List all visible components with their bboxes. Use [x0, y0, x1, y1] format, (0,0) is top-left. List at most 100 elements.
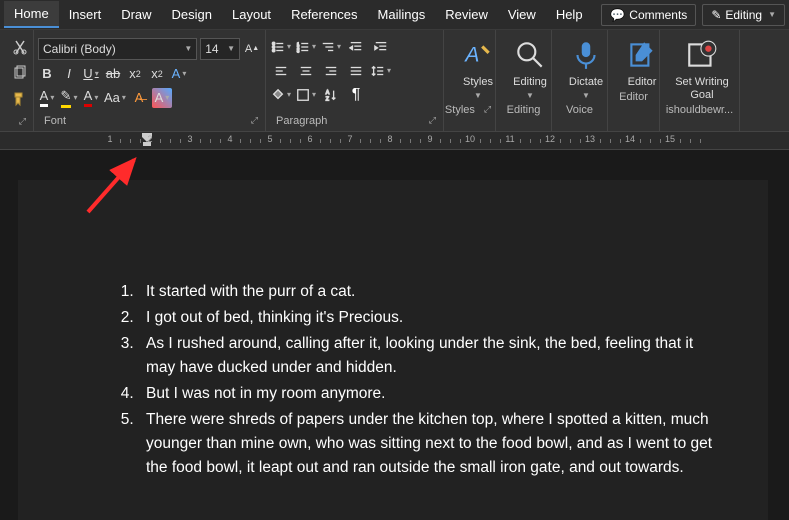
decrease-indent-button[interactable]	[345, 37, 367, 57]
horizontal-ruler[interactable]: 123456789101112131415	[0, 132, 789, 150]
shading-button[interactable]: ▾	[270, 85, 292, 105]
underline-button[interactable]: U▾	[82, 64, 100, 84]
set-writing-goal-button[interactable]: Set WritingGoal	[664, 32, 740, 102]
goal-group-label: ishouldbewr...	[666, 104, 733, 116]
sort-button[interactable]: AZ	[320, 85, 342, 105]
character-shading-button[interactable]: A▾	[152, 88, 172, 108]
list-item[interactable]: It started with the purr of a cat.	[138, 280, 718, 304]
italic-button[interactable]: I	[60, 64, 78, 84]
font-name-select[interactable]: Calibri (Body)▼	[38, 38, 197, 60]
tab-mailings[interactable]: Mailings	[368, 2, 436, 27]
bold-button[interactable]: B	[38, 64, 56, 84]
target-icon	[685, 38, 719, 72]
list-item[interactable]: There were shreds of papers under the ki…	[138, 408, 718, 480]
paragraph-launcher-icon[interactable]: ⤢	[426, 115, 439, 127]
chevron-down-icon: ▼	[184, 44, 192, 53]
list-item[interactable]: But I was not in my room anymore.	[138, 382, 718, 406]
comments-button[interactable]: 💬 Comments	[601, 4, 696, 26]
strikethrough-button[interactable]: ab	[104, 64, 122, 84]
increase-indent-button[interactable]	[370, 37, 392, 57]
chevron-down-icon: ▼	[227, 44, 235, 53]
highlight-button[interactable]: ✎▾	[60, 88, 78, 108]
list-item[interactable]: I got out of bed, thinking it's Precious…	[138, 306, 718, 330]
ruler-tick: 6	[307, 134, 312, 144]
paragraph-group: ▾ 123▾ ▾ ▾ ▾ ▾ AZ ¶ Paragraph ⤢	[266, 30, 444, 131]
svg-text:Z: Z	[326, 96, 330, 102]
tab-view[interactable]: View	[498, 2, 546, 27]
paragraph-group-label: Paragraph	[276, 115, 327, 127]
editor-icon	[625, 38, 659, 72]
ruler-tick: 9	[427, 134, 432, 144]
align-center-button[interactable]	[295, 61, 317, 81]
ruler-tick: 2	[147, 134, 152, 144]
chevron-down-icon: ▼	[526, 91, 534, 100]
align-left-button[interactable]	[270, 61, 292, 81]
cut-button[interactable]	[9, 37, 31, 57]
ruler-tick: 14	[625, 134, 635, 144]
clipboard-launcher-icon[interactable]: ⤢	[16, 116, 29, 127]
borders-button[interactable]: ▾	[295, 85, 317, 105]
ruler-tick: 8	[387, 134, 392, 144]
svg-text:3: 3	[297, 48, 300, 53]
tab-home[interactable]: Home	[4, 1, 59, 28]
styles-group-label: Styles	[445, 104, 475, 116]
search-icon	[513, 38, 547, 72]
chevron-down-icon: ▼	[768, 10, 776, 19]
show-marks-button[interactable]: ¶	[345, 85, 367, 105]
format-painter-button[interactable]	[9, 89, 31, 109]
bullets-button[interactable]: ▾	[270, 37, 292, 57]
document-area: It started with the purr of a cat. I got…	[0, 150, 789, 520]
tab-design[interactable]: Design	[162, 2, 222, 27]
tab-references[interactable]: References	[281, 2, 367, 27]
page[interactable]: It started with the purr of a cat. I got…	[18, 180, 768, 520]
change-case-button[interactable]: Aa▾	[104, 88, 126, 108]
svg-text:A: A	[326, 90, 330, 96]
justify-button[interactable]	[345, 61, 367, 81]
font-launcher-icon[interactable]: ⤢	[248, 115, 261, 127]
tab-draw[interactable]: Draw	[111, 2, 161, 27]
dictate-button[interactable]: Dictate▼	[556, 32, 616, 102]
superscript-button[interactable]: x2	[148, 64, 166, 84]
font-size-select[interactable]: 14▼	[200, 38, 240, 60]
line-spacing-button[interactable]: ▾	[370, 61, 392, 81]
microphone-icon	[569, 38, 603, 72]
ruler-tick: 3	[187, 134, 192, 144]
menu-bar: Home Insert Draw Design Layout Reference…	[0, 0, 789, 30]
chevron-down-icon: ▼	[474, 91, 482, 100]
editor-group-label: Editor	[619, 91, 648, 103]
font-color-button[interactable]: A▾	[82, 88, 100, 108]
numbering-button[interactable]: 123▾	[295, 37, 317, 57]
voice-group-label: Voice	[566, 104, 593, 116]
styles-launcher-icon[interactable]: ⤢	[481, 104, 494, 116]
clear-formatting-button[interactable]: A̶	[130, 88, 148, 108]
subscript-button[interactable]: x2	[126, 64, 144, 84]
ruler-tick: 12	[545, 134, 555, 144]
grow-font-button[interactable]: A▲	[243, 39, 261, 59]
chevron-down-icon: ▼	[582, 91, 590, 100]
text-effects-button[interactable]: A▾	[170, 64, 188, 84]
tab-insert[interactable]: Insert	[59, 2, 112, 27]
font-group-label: Font	[44, 115, 66, 127]
styles-icon: A	[461, 38, 495, 72]
numbered-list: It started with the purr of a cat. I got…	[78, 280, 718, 480]
tab-review[interactable]: Review	[435, 2, 498, 27]
comment-icon: 💬	[610, 8, 625, 22]
ruler-tick: 10	[465, 134, 475, 144]
align-right-button[interactable]	[320, 61, 342, 81]
font-color2-button[interactable]: A▾	[38, 88, 56, 108]
ruler-tick: 5	[267, 134, 272, 144]
editing-button[interactable]: Editing▼	[500, 32, 560, 102]
ribbon: ⤢ Calibri (Body)▼ 14▼ A▲ B I U▾ ab x2 x2…	[0, 30, 789, 132]
ruler-tick: 11	[505, 134, 514, 144]
editing-group-label: Editing	[507, 104, 541, 116]
ruler-tick: 15	[665, 134, 675, 144]
editing-mode-button[interactable]: ✎ Editing ▼	[702, 4, 785, 26]
multilevel-list-button[interactable]: ▾	[320, 37, 342, 57]
ruler-tick: 7	[347, 134, 352, 144]
pencil-icon: ✎	[711, 8, 721, 22]
tab-help[interactable]: Help	[546, 2, 593, 27]
tab-layout[interactable]: Layout	[222, 2, 281, 27]
list-item[interactable]: As I rushed around, calling after it, lo…	[138, 332, 718, 380]
svg-text:A: A	[463, 42, 479, 66]
copy-button[interactable]	[9, 63, 31, 83]
